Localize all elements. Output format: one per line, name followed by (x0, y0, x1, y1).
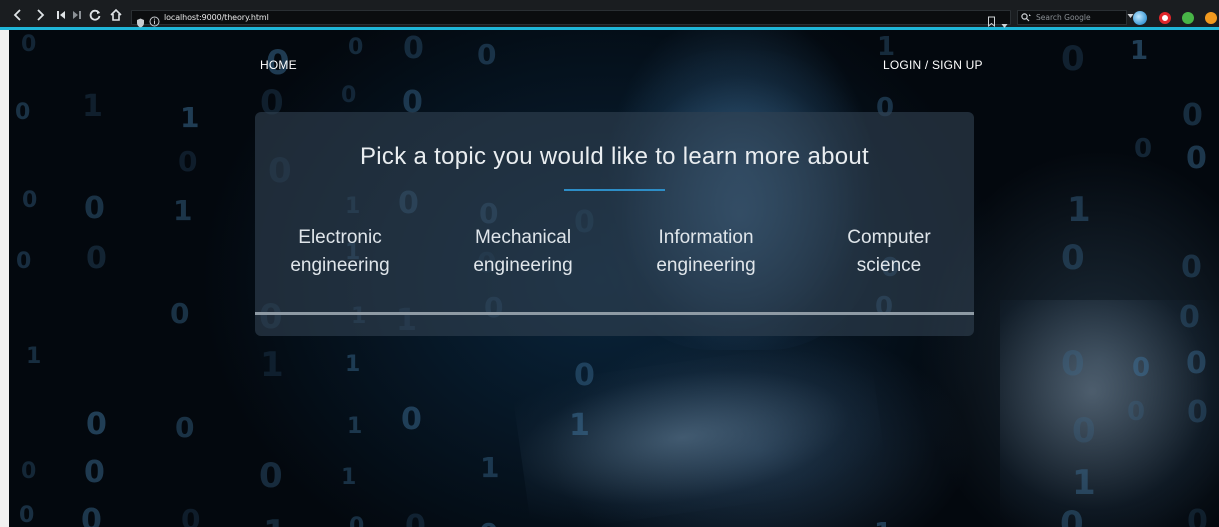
topic-computer-science[interactable]: Computer science (799, 224, 979, 280)
binary-digit: 1 (260, 345, 284, 385)
binary-digit: 0 (181, 503, 201, 527)
binary-digit: 0 (15, 100, 31, 125)
binary-digit: 0 (84, 191, 105, 226)
binary-digit: 0 (178, 145, 198, 178)
binary-digit: 0 (1134, 134, 1153, 164)
binary-digit: 0 (1181, 250, 1202, 285)
binary-digit: 0 (477, 38, 497, 71)
binary-digit: 1 (1067, 190, 1091, 230)
binary-digit: 1 (263, 513, 287, 527)
binary-digit: 1 (874, 518, 892, 527)
back-icon[interactable] (11, 8, 25, 22)
binary-digit: 0 (348, 35, 364, 60)
last-icon[interactable] (70, 8, 84, 22)
topic-line: science (856, 255, 922, 276)
page-background: 0000100100000101000000010100111111000010… (0, 30, 1219, 527)
binary-digit: 1 (347, 414, 363, 439)
binary-digit: 1 (341, 465, 357, 490)
binary-digit: 0 (341, 83, 357, 108)
search-input[interactable]: Search Google (1017, 10, 1134, 25)
info-icon[interactable] (149, 12, 160, 31)
binary-digit: 0 (403, 31, 424, 66)
binary-digit: 0 (21, 32, 37, 57)
globe-icon[interactable] (1133, 11, 1147, 25)
address-bar[interactable]: localhost:9000/theory.html (131, 10, 1011, 28)
panel-divider (255, 312, 974, 315)
topic-line: engineering (290, 255, 390, 276)
search-placeholder: Search Google (1036, 13, 1091, 22)
panel-title: Pick a topic you would like to learn mor… (359, 143, 870, 170)
binary-digit: 0 (81, 503, 102, 527)
first-icon[interactable] (54, 8, 68, 22)
binary-digit: 0 (401, 402, 422, 437)
bookmark-icon[interactable] (987, 12, 996, 31)
binary-digit: 0 (86, 407, 107, 442)
binary-digit: 0 (349, 514, 365, 527)
binary-digit: 0 (21, 459, 37, 484)
binary-digit: 0 (259, 456, 283, 496)
topic-line: Computer (847, 227, 931, 248)
binary-digit: 0 (1182, 98, 1203, 133)
reload-icon[interactable] (88, 8, 102, 22)
binary-digit: 0 (175, 411, 195, 444)
topic-panel: Pick a topic you would like to learn mor… (255, 112, 974, 336)
circle-icon[interactable] (1182, 12, 1194, 24)
home-icon[interactable] (109, 8, 123, 22)
topic-line: Electronic (298, 227, 382, 248)
binary-digit: 1 (173, 194, 193, 227)
binary-digit: 0 (16, 249, 32, 274)
robot-arm-background (511, 335, 889, 527)
robot-shoulder-background (1000, 300, 1219, 527)
binary-digit: 1 (1130, 36, 1149, 66)
binary-digit: 1 (180, 101, 200, 134)
topic-electronic-engineering[interactable]: Electronic engineering (250, 224, 430, 280)
binary-digit: 0 (86, 241, 107, 276)
binary-digit: 1 (26, 344, 42, 369)
topic-information-engineering[interactable]: Information engineering (616, 224, 796, 280)
addon-icon[interactable] (1205, 12, 1217, 24)
topic-mechanical-engineering[interactable]: Mechanical engineering (433, 224, 613, 280)
binary-digit: 1 (480, 451, 500, 484)
binary-digit: 0 (84, 455, 105, 490)
url-text: localhost:9000/theory.html (164, 13, 269, 22)
binary-digit: 1 (345, 352, 361, 377)
title-underline (564, 189, 665, 191)
topic-line: Mechanical (474, 227, 572, 248)
search-icon (1021, 13, 1032, 24)
binary-digit: 0 (1061, 238, 1085, 278)
login-signup-link[interactable]: LOGIN / SIGN UP (883, 58, 983, 72)
binary-digit: 0 (170, 297, 190, 330)
binary-digit: 0 (1186, 141, 1207, 176)
opera-icon[interactable] (1159, 12, 1171, 24)
home-link[interactable]: HOME (260, 58, 297, 72)
forward-icon[interactable] (33, 8, 47, 22)
topic-line: engineering (473, 255, 573, 276)
browser-toolbar: localhost:9000/theory.html Search Google (0, 0, 1219, 30)
binary-digit: 0 (479, 517, 498, 527)
topic-line: engineering (656, 255, 756, 276)
binary-digit: 0 (1061, 39, 1085, 79)
binary-digit: 0 (405, 509, 426, 527)
binary-digit: 1 (82, 89, 103, 124)
topic-line: Information (658, 227, 754, 248)
window-edge (0, 30, 9, 527)
binary-digit: 0 (19, 503, 35, 527)
binary-digit: 0 (22, 188, 38, 213)
